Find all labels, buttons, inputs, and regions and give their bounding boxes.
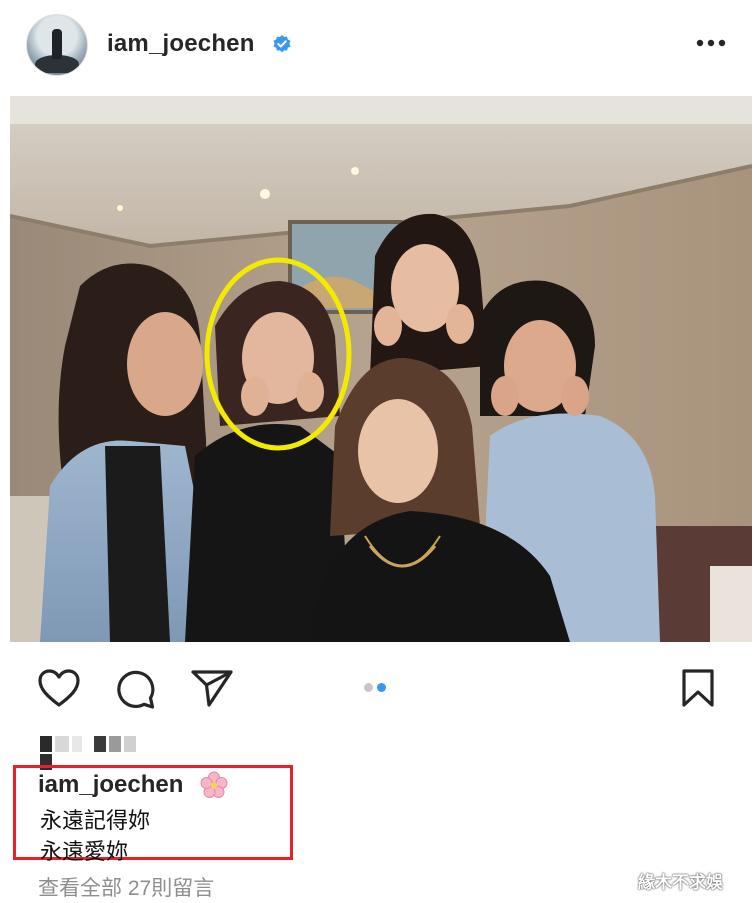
group-photo: [10, 96, 752, 642]
post-photo[interactable]: [10, 96, 752, 642]
carousel-dot-active: [377, 683, 386, 692]
username[interactable]: iam_joechen: [107, 30, 255, 58]
avatar[interactable]: [26, 14, 88, 76]
caption-line: 永遠記得妳: [40, 808, 151, 833]
comment-icon[interactable]: [114, 668, 156, 710]
view-all-comments-link[interactable]: 查看全部 27則留言: [38, 872, 214, 902]
avatar-figure: [52, 29, 62, 59]
heart-icon[interactable]: [37, 668, 81, 708]
more-horizontal-icon[interactable]: [694, 30, 728, 56]
verified-badge-icon: [273, 35, 291, 53]
bookmark-icon[interactable]: [680, 668, 716, 708]
post-header: iam_joechen: [0, 0, 756, 92]
send-icon[interactable]: [190, 668, 234, 708]
likes-count-obscured: [40, 736, 152, 770]
caption-line: 永遠愛妳: [40, 839, 129, 864]
watermark: 緣木不求娛: [638, 873, 723, 892]
cherry-blossom-icon: [200, 771, 228, 798]
caption-username[interactable]: iam_joechen: [38, 771, 183, 799]
carousel-dot: [364, 683, 373, 692]
carousel-indicator: [364, 679, 390, 697]
